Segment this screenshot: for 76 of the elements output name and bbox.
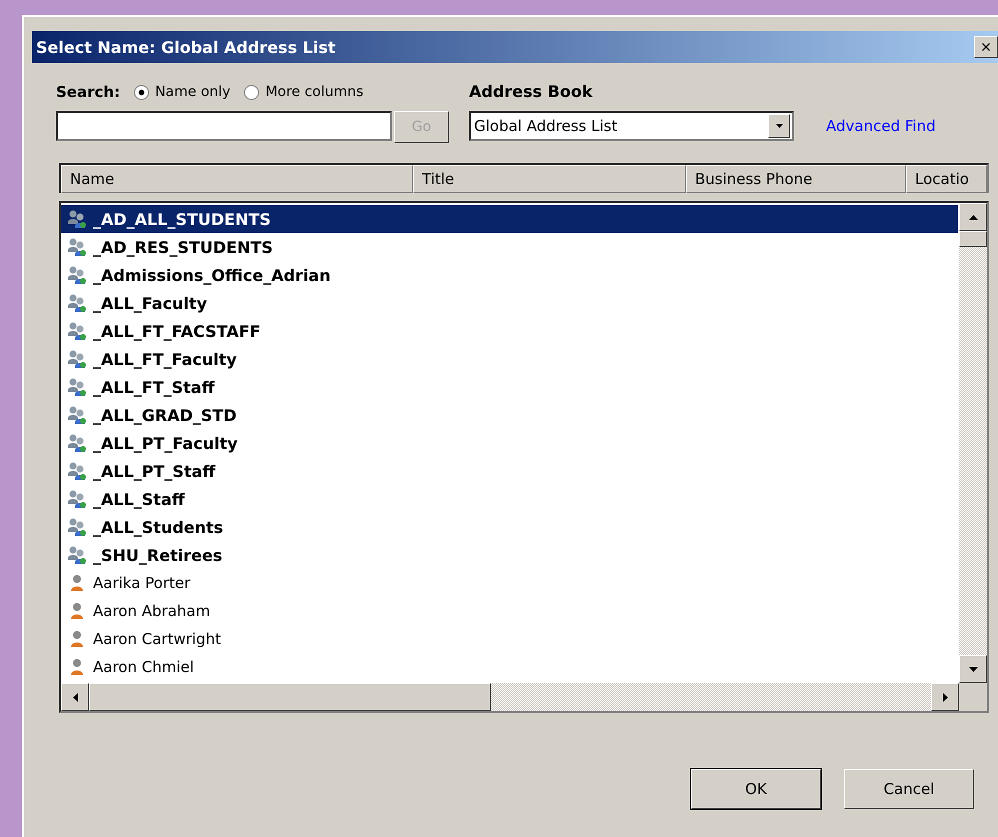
contact-name: _ALL_GRAD_STD (93, 406, 237, 424)
list-row[interactable]: _AD_ALL_STUDENTS (61, 205, 958, 233)
dialog-button[interactable]: OK (691, 769, 821, 809)
radio-label[interactable]: Name only (155, 84, 230, 100)
group-icon (67, 321, 87, 341)
list-row[interactable]: Aaron Abraham (61, 597, 958, 625)
list-row[interactable]: _ALL_PT_Staff (61, 457, 958, 485)
list-row[interactable]: Aaron Cartwright (61, 625, 958, 653)
contact-name: Aaron Cartwright (93, 630, 221, 648)
list-row[interactable]: _ALL_FT_Faculty (61, 345, 958, 373)
search-field[interactable] (56, 111, 392, 141)
contact-name: _SHU_Retirees (93, 546, 222, 564)
list-row[interactable]: _ALL_Students (61, 513, 958, 541)
column-header[interactable]: Name (61, 165, 413, 193)
group-icon (67, 265, 87, 285)
list-row[interactable]: _ALL_Staff (61, 485, 958, 513)
dialog-button[interactable]: Cancel (844, 769, 974, 809)
contact-name: _ALL_Staff (93, 490, 185, 508)
dropdown-arrow-icon (776, 124, 782, 128)
contact-name: _ALL_FT_FACSTAFF (93, 322, 261, 340)
contact-name: _Admissions_Office_Adrian (93, 266, 331, 284)
list-row[interactable]: Aarika Porter (61, 569, 958, 597)
group-icon (67, 433, 87, 453)
group-icon (67, 517, 87, 537)
group-icon (67, 377, 87, 397)
contact-name: _ALL_FT_Staff (93, 378, 215, 396)
list-row[interactable]: _SHU_Retirees (61, 541, 958, 569)
column-header[interactable]: Title (413, 165, 686, 193)
radio-button[interactable] (244, 84, 260, 100)
address-book-dropdown[interactable]: Global Address List (469, 111, 794, 141)
group-icon (67, 209, 87, 229)
list-row[interactable]: _ALL_Faculty (61, 289, 958, 317)
list-row[interactable]: _ALL_GRAD_STD (61, 401, 958, 429)
contact-name: Aaron Chmiel (93, 658, 194, 676)
list-row[interactable]: _Admissions_Office_Adrian (61, 261, 958, 289)
contact-name: _AD_RES_STUDENTS (93, 238, 273, 256)
group-icon (67, 293, 87, 313)
up-arrow-icon (968, 214, 978, 220)
close-button[interactable]: × (974, 36, 998, 58)
scroll-button[interactable] (61, 683, 89, 711)
list-row[interactable]: _ALL_FT_FACSTAFF (61, 317, 958, 345)
column-header[interactable]: Locatio (906, 165, 987, 193)
group-icon (67, 349, 87, 369)
column-header[interactable]: Business Phone (686, 165, 906, 193)
scrollbar-corner (959, 683, 987, 711)
scroll-button[interactable] (959, 203, 987, 231)
list-row[interactable]: _AD_RES_STUDENTS (61, 233, 958, 261)
left-arrow-icon (72, 692, 78, 702)
contact-name: Aarika Porter (93, 574, 190, 592)
list-row[interactable]: _ALL_PT_Faculty (61, 429, 958, 457)
list-row[interactable]: _ALL_FT_Staff (61, 373, 958, 401)
contact-name: Aaron Abraham (93, 602, 210, 620)
scroll-button[interactable] (959, 655, 987, 683)
scroll-thumb[interactable] (959, 231, 987, 247)
window-title: Select Name: Global Address List (36, 38, 336, 56)
address-book-label: Address Book (469, 81, 594, 103)
group-icon (67, 237, 87, 257)
scroll-thumb[interactable] (89, 683, 491, 711)
group-icon (67, 545, 87, 565)
down-arrow-icon (968, 666, 978, 672)
contact-name: _ALL_Faculty (93, 294, 207, 312)
contact-name: _AD_ALL_STUDENTS (93, 210, 271, 228)
search-label: Search: (56, 83, 120, 101)
scroll-button[interactable] (931, 683, 959, 711)
contact-name: _ALL_PT_Faculty (93, 434, 238, 452)
group-icon (67, 489, 87, 509)
list-row[interactable]: Aaron Chmiel (61, 653, 958, 681)
right-arrow-icon (942, 692, 948, 702)
contact-name: _ALL_FT_Faculty (93, 350, 237, 368)
radio-button[interactable] (134, 84, 150, 100)
radio-label[interactable]: More columns (265, 84, 364, 100)
group-icon (67, 405, 87, 425)
contact-name: _ALL_Students (93, 518, 224, 536)
group-icon (67, 461, 87, 481)
advanced-find-link[interactable]: Advanced Find (826, 117, 936, 135)
contact-name: _ALL_PT_Staff (93, 462, 216, 480)
